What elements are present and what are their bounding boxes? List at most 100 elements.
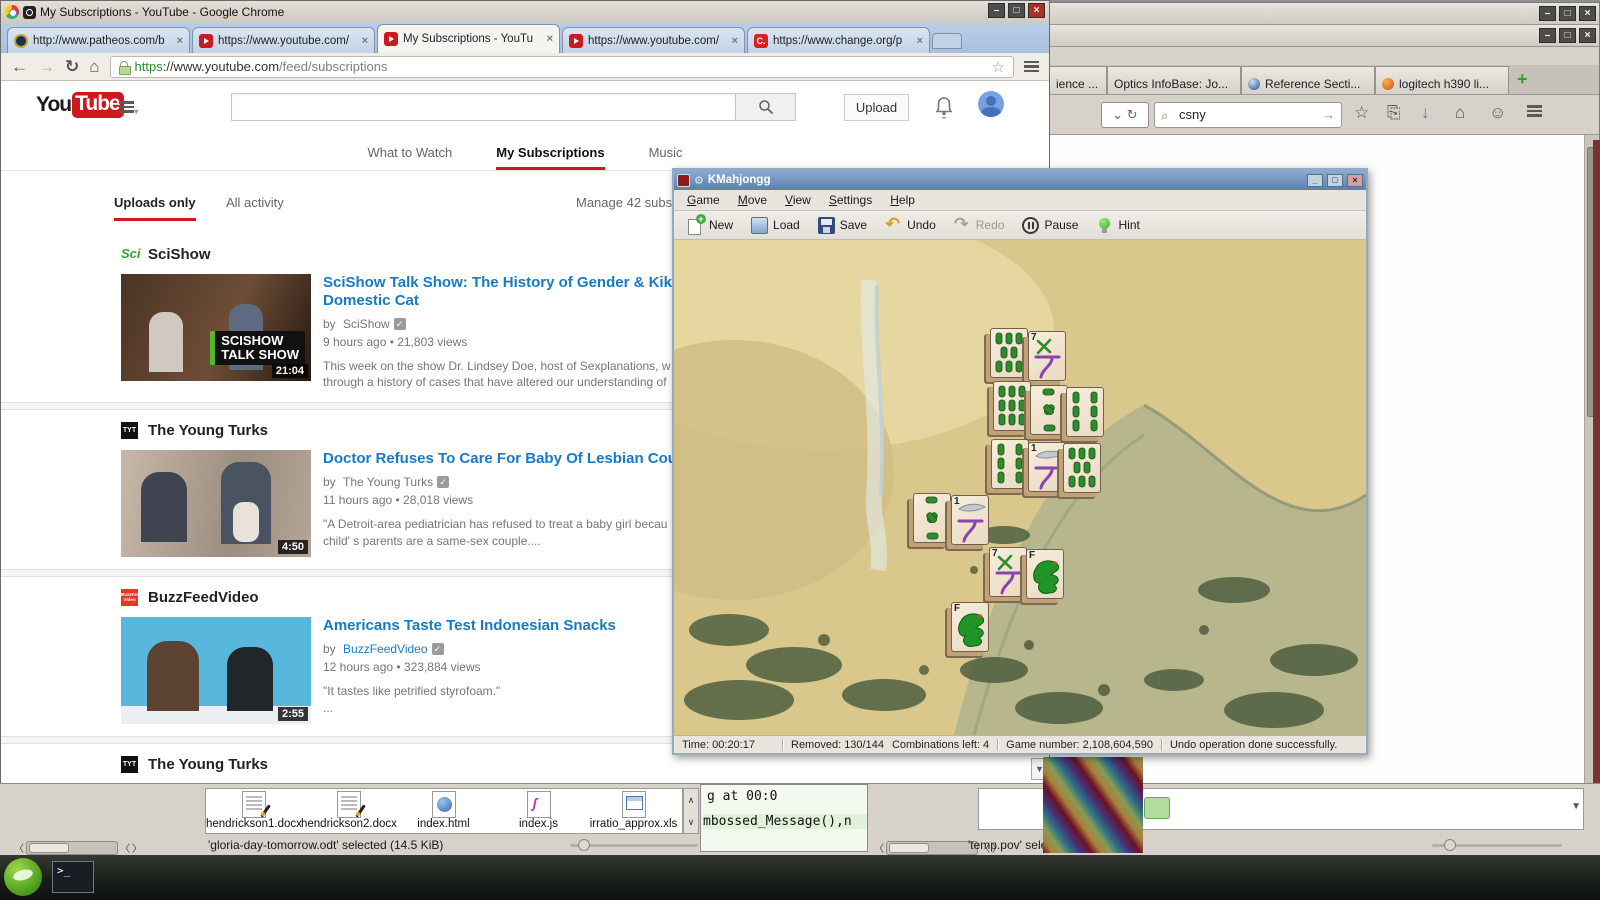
- new-tab-button[interactable]: +: [1509, 65, 1536, 94]
- video-thumbnail[interactable]: SCISHOWTALK SHOW21:04: [121, 274, 311, 381]
- close-button[interactable]: ×: [1028, 3, 1045, 18]
- firefox-titlebar-1[interactable]: – □ ×: [1049, 3, 1599, 25]
- notifications-bell-icon[interactable]: [934, 95, 954, 124]
- video-thumbnail[interactable]: 2:55: [121, 617, 311, 724]
- terminal-icon[interactable]: >_: [52, 861, 94, 893]
- mahjong-tile[interactable]: 7: [1028, 331, 1066, 381]
- browser-tab[interactable]: http://www.patheos.com/b×: [7, 27, 190, 53]
- video-thumbnail[interactable]: 4:50: [121, 450, 311, 557]
- menu-move[interactable]: Move: [731, 192, 774, 208]
- address-bar[interactable]: https://www.youtube.com/feed/subscriptio…: [110, 56, 1014, 78]
- youtube-search-input[interactable]: [231, 93, 736, 121]
- guide-menu-icon[interactable]: ▾: [119, 99, 139, 120]
- mahjong-tile[interactable]: 1: [951, 495, 989, 545]
- toolbar-new-button[interactable]: New: [680, 215, 740, 236]
- forward-button[interactable]: →: [38, 58, 55, 75]
- upload-button[interactable]: Upload: [844, 94, 909, 121]
- mahjong-tile[interactable]: F: [1026, 549, 1064, 599]
- chrome-menu-icon[interactable]: [1024, 59, 1039, 75]
- minimize-button[interactable]: _: [1307, 174, 1323, 187]
- browser-tab[interactable]: Reference Secti...: [1241, 66, 1375, 94]
- file-item[interactable]: hendrickson2.docx: [301, 789, 396, 833]
- toolbar-load-button[interactable]: Load: [744, 215, 807, 236]
- menu-settings[interactable]: Settings: [822, 192, 879, 208]
- browser-tab[interactable]: logitech h390 li...: [1375, 66, 1509, 94]
- minimize-button[interactable]: –: [1539, 6, 1556, 21]
- browser-tab[interactable]: https://www.youtube.com/×: [562, 27, 745, 53]
- clipboard-icon[interactable]: ⎘: [1387, 103, 1401, 123]
- file-item[interactable]: hendrickson1.docx: [206, 789, 301, 833]
- file-item[interactable]: ʃindex.js: [491, 789, 586, 833]
- application-launcher-button[interactable]: [4, 858, 42, 896]
- left-panel-slider[interactable]: [570, 844, 698, 847]
- toolbar-pause-button[interactable]: Pause: [1015, 215, 1085, 236]
- tab-close-icon[interactable]: ×: [547, 33, 553, 45]
- feed-tab-all-activity[interactable]: All activity: [226, 195, 284, 210]
- minimize-button[interactable]: –: [1539, 28, 1556, 43]
- browser-tab[interactable]: https://www.youtube.com/×: [192, 27, 375, 53]
- mahjong-tile[interactable]: 7: [989, 547, 1027, 597]
- toolbar-hint-button[interactable]: Hint: [1089, 215, 1146, 236]
- menu-help[interactable]: Help: [883, 192, 922, 208]
- mahjong-tile[interactable]: [1066, 387, 1104, 437]
- channel-name[interactable]: BuzzFeedVideo: [148, 589, 259, 606]
- menu-view[interactable]: View: [778, 192, 818, 208]
- bookmark-star-icon[interactable]: ☆: [1354, 103, 1369, 123]
- browser-tab[interactable]: My Subscriptions - YouTu×: [377, 24, 560, 53]
- browser-tab[interactable]: ience ...: [1049, 66, 1107, 94]
- toolbar-undo-button[interactable]: ↶Undo: [878, 215, 943, 236]
- left-panel-scrollbar[interactable]: 〈〈〉: [14, 840, 142, 855]
- maximize-button[interactable]: □: [1559, 6, 1576, 21]
- menu-game[interactable]: Game: [680, 192, 727, 208]
- close-button[interactable]: ×: [1579, 28, 1596, 43]
- urlbar-dropdown[interactable]: ⌄ ↻: [1101, 102, 1149, 128]
- mahjong-tile[interactable]: [1030, 385, 1068, 435]
- mahjong-tile[interactable]: [993, 381, 1031, 431]
- reload-button[interactable]: ↻: [65, 58, 79, 75]
- home-icon[interactable]: ⌂: [1455, 103, 1465, 123]
- right-panel-slider[interactable]: [1432, 844, 1562, 847]
- feed-tab-uploads-only[interactable]: Uploads only: [114, 195, 196, 221]
- home-button[interactable]: ⌂: [89, 58, 99, 75]
- channel-link[interactable]: The Young Turks: [343, 475, 433, 489]
- toolbar-save-button[interactable]: Save: [811, 215, 874, 236]
- nav-item-what-to-watch[interactable]: What to Watch: [367, 145, 452, 170]
- selected-file-highlight[interactable]: [1144, 797, 1170, 819]
- firefox-titlebar-2[interactable]: – □ ×: [1049, 25, 1599, 47]
- mahjong-tile[interactable]: [913, 493, 951, 543]
- downloads-icon[interactable]: ↓: [1421, 103, 1430, 123]
- bookmark-star-icon[interactable]: ☆: [992, 58, 1005, 76]
- mahjong-tile[interactable]: 1: [1028, 442, 1066, 492]
- back-button[interactable]: ←: [11, 58, 28, 75]
- tab-close-icon[interactable]: ×: [732, 35, 738, 47]
- youtube-logo[interactable]: YouTube: [36, 92, 124, 118]
- maximize-button[interactable]: □: [1559, 28, 1576, 43]
- browser-tab[interactable]: C.https://www.change.org/p×: [747, 27, 930, 53]
- mahjong-tile[interactable]: [991, 439, 1029, 489]
- tab-close-icon[interactable]: ×: [917, 35, 923, 47]
- chevron-down-icon[interactable]: ▼: [1571, 801, 1581, 812]
- feedback-smiley-icon[interactable]: ☺: [1489, 103, 1506, 123]
- file-list-scroll-buttons[interactable]: ∧∨: [683, 788, 699, 834]
- kmahjongg-titlebar[interactable]: ⚙ KMahjongg _ □ ×: [674, 170, 1366, 190]
- account-avatar[interactable]: [978, 91, 1004, 117]
- tab-close-icon[interactable]: ×: [177, 35, 183, 47]
- channel-link[interactable]: BuzzFeedVideo: [343, 642, 428, 656]
- maximize-button[interactable]: □: [1327, 174, 1343, 187]
- menu-icon[interactable]: [1527, 103, 1542, 119]
- channel-name[interactable]: SciShow: [148, 246, 211, 263]
- chrome-titlebar[interactable]: My Subscriptions - YouTube - Google Chro…: [1, 1, 1049, 23]
- close-button[interactable]: ×: [1347, 174, 1363, 187]
- mahjong-tile[interactable]: [990, 328, 1028, 378]
- browser-tab[interactable]: Optics InfoBase: Jo...: [1107, 66, 1241, 94]
- channel-name[interactable]: The Young Turks: [148, 756, 268, 773]
- firefox-search-input[interactable]: ⌕ csny →: [1154, 102, 1342, 128]
- nav-item-music[interactable]: Music: [649, 145, 683, 170]
- mahjong-tile[interactable]: [1063, 443, 1101, 493]
- tab-close-icon[interactable]: ×: [362, 35, 368, 47]
- new-tab-button[interactable]: [932, 33, 962, 49]
- minimize-button[interactable]: –: [988, 3, 1005, 18]
- youtube-search-button[interactable]: [736, 93, 796, 121]
- file-item[interactable]: index.html: [396, 789, 491, 833]
- file-item[interactable]: irratio_approx.xls: [586, 789, 681, 833]
